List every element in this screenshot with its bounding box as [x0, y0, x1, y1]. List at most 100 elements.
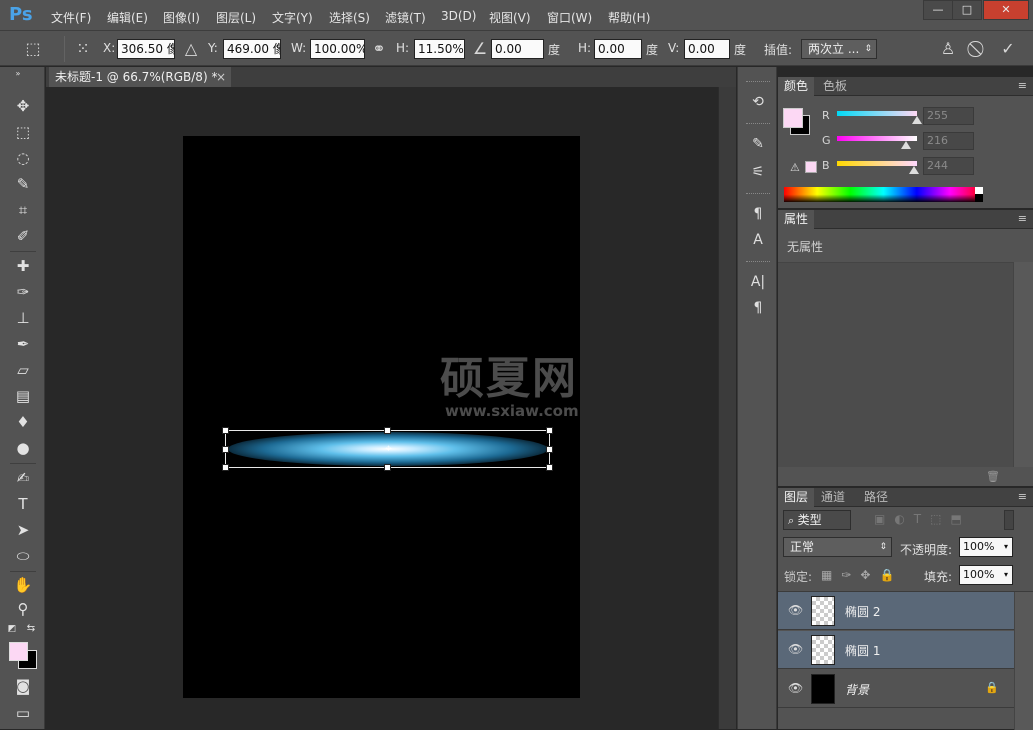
menu-select[interactable]: 选择(S) [329, 9, 370, 26]
vertical-scrollbar[interactable] [718, 87, 736, 729]
lock-options-icons[interactable]: ▦✑✥🔒 [821, 568, 903, 582]
height-field[interactable]: 11.50% [414, 39, 465, 59]
menu-3d[interactable]: 3D(D) [441, 9, 476, 23]
hand-tool-icon[interactable]: ✋ [9, 573, 37, 597]
transform-handle-bottom-right[interactable] [546, 464, 553, 471]
healing-brush-tool-icon[interactable]: ✚ [9, 254, 37, 278]
panel-menu-icon[interactable]: ≡ [1018, 79, 1027, 92]
clone-stamp-tool-icon[interactable]: ⊥ [9, 306, 37, 330]
channel-g-value[interactable]: 216 [923, 132, 974, 150]
interpolation-select[interactable]: 两次立 ... ⇕ [801, 39, 877, 59]
path-select-tool-icon[interactable]: ➤ [9, 518, 37, 542]
history-brush-tool-icon[interactable]: ✒ [9, 332, 37, 356]
y-field[interactable]: 469.00 像 [223, 39, 281, 59]
blend-mode-select[interactable]: 正常 ⇕ [783, 537, 892, 557]
opacity-field[interactable]: 100% ▾ [959, 537, 1013, 557]
panel-menu-icon[interactable]: ≡ [1018, 212, 1027, 225]
channel-b-thumb[interactable] [909, 166, 919, 174]
menu-help[interactable]: 帮助(H) [608, 9, 650, 26]
transform-handle-top-right[interactable] [546, 427, 553, 434]
channel-b-value[interactable]: 244 [923, 157, 974, 175]
vskew-field[interactable]: 0.00 [684, 39, 730, 59]
angle-field[interactable]: 0.00 [491, 39, 544, 59]
quick-select-tool-icon[interactable]: ✎ [9, 172, 37, 196]
spectrum-black-swatch[interactable] [975, 194, 983, 202]
blur-tool-icon[interactable]: ♦ [9, 410, 37, 434]
visibility-eye-icon[interactable]: 👁 [788, 681, 803, 695]
close-window-button[interactable]: ✕ [983, 0, 1029, 20]
transform-handle-left[interactable] [222, 446, 229, 453]
visibility-eye-icon[interactable]: 👁 [788, 603, 803, 617]
collapse-toolbox-icon[interactable]: » [4, 69, 32, 79]
maximize-button[interactable]: □ [952, 0, 982, 20]
menu-layer[interactable]: 图层(L) [216, 9, 256, 26]
channel-b-slider[interactable] [837, 161, 917, 166]
width-field[interactable]: 100.00% [310, 39, 365, 59]
eraser-tool-icon[interactable]: ▱ [9, 358, 37, 382]
spectrum-white-swatch[interactable] [975, 187, 983, 194]
channel-r-value[interactable]: 255 [923, 107, 974, 125]
layers-scrollbar[interactable] [1014, 592, 1033, 730]
layer-row[interactable]: 👁 椭圆 2 [778, 592, 1014, 630]
screen-mode-icon[interactable]: ▭ [9, 701, 37, 725]
cancel-transform-icon[interactable]: ⃠ [968, 38, 990, 60]
type-tool-icon[interactable]: T [9, 492, 37, 516]
channel-g-thumb[interactable] [901, 141, 911, 149]
reference-point-icon[interactable]: ⁙ [72, 38, 94, 60]
tab-paths[interactable]: 路径 [858, 488, 894, 507]
gradient-tool-icon[interactable]: ▤ [9, 384, 37, 408]
tab-layers[interactable]: 图层 [778, 488, 815, 507]
menu-edit[interactable]: 编辑(E) [107, 9, 148, 26]
gamut-color-swatch[interactable] [805, 161, 817, 173]
transform-handle-bottom-left[interactable] [222, 464, 229, 471]
paragraph-panel-icon[interactable]: ¶ [747, 297, 769, 319]
fg-color-swatch[interactable] [783, 108, 803, 128]
reference-point-icon[interactable]: ⌖ [382, 442, 395, 455]
link-icon[interactable]: ⚭ [368, 38, 390, 60]
transform-handle-bottom[interactable] [384, 464, 391, 471]
gamut-warning-icon[interactable]: ⚠ [790, 161, 800, 174]
layer-filter-icons[interactable]: ▣◐T⬚⬒ [874, 512, 971, 526]
tab-color[interactable]: 颜色 [778, 77, 815, 96]
properties-scrollbar[interactable] [1013, 262, 1033, 467]
marquee-tool-icon[interactable]: ⬚ [9, 120, 37, 144]
fill-field[interactable]: 100% ▾ [959, 565, 1013, 585]
character-panel-icon[interactable]: A| [747, 271, 769, 293]
close-tab-icon[interactable]: × [216, 67, 226, 87]
menu-image[interactable]: 图像(I) [163, 9, 200, 26]
x-field[interactable]: 306.50 像 [117, 39, 175, 59]
layer-filter-select[interactable]: ⌕ 类型 [783, 510, 851, 530]
color-spectrum-bar[interactable] [784, 187, 983, 202]
tab-swatches[interactable]: 色板 [817, 77, 853, 96]
layer-row[interactable]: 👁 背景 🔒 [778, 670, 1014, 708]
ellipse-tool-icon[interactable]: ⬭ [9, 544, 37, 568]
menu-filter[interactable]: 滤镜(T) [385, 9, 426, 26]
layer-name[interactable]: 背景 [845, 681, 869, 698]
move-tool-icon[interactable]: ✥ [9, 94, 37, 118]
brush-panel-icon[interactable]: ⚟ [747, 161, 769, 183]
transform-handle-top[interactable] [384, 427, 391, 434]
character-styles-icon[interactable]: A [747, 229, 769, 251]
crop-tool-icon[interactable]: ⌗ [9, 198, 37, 222]
filter-toggle[interactable] [1004, 510, 1014, 530]
eyedropper-tool-icon[interactable]: ✐ [9, 224, 37, 248]
layer-row[interactable]: 👁 椭圆 1 [778, 631, 1014, 669]
default-colors-icon[interactable]: ◩ [5, 623, 19, 635]
brush-tool-icon[interactable]: ✑ [9, 280, 37, 304]
lasso-tool-icon[interactable]: ◌ [9, 146, 37, 170]
layer-name[interactable]: 椭圆 2 [845, 603, 880, 620]
tab-properties[interactable]: 属性 [778, 210, 815, 229]
delta-icon[interactable]: △ [180, 38, 202, 60]
panel-menu-icon[interactable]: ≡ [1018, 490, 1027, 503]
quick-mask-icon[interactable]: ◙ [9, 674, 37, 698]
paragraph-styles-icon[interactable]: ¶ [747, 203, 769, 225]
trash-icon[interactable]: 🗑 [986, 470, 1000, 483]
tab-channels[interactable]: 通道 [815, 488, 851, 507]
foreground-color-swatch[interactable] [9, 642, 28, 661]
document-tab[interactable]: 未标题-1 @ 66.7%(RGB/8) * × [49, 67, 231, 87]
menu-window[interactable]: 窗口(W) [547, 9, 592, 26]
brush-presets-icon[interactable]: ✎ [747, 133, 769, 155]
commit-transform-icon[interactable]: ✓ [997, 38, 1019, 60]
minimize-button[interactable]: — [923, 0, 953, 20]
pen-tool-icon[interactable]: ✍ [9, 466, 37, 490]
